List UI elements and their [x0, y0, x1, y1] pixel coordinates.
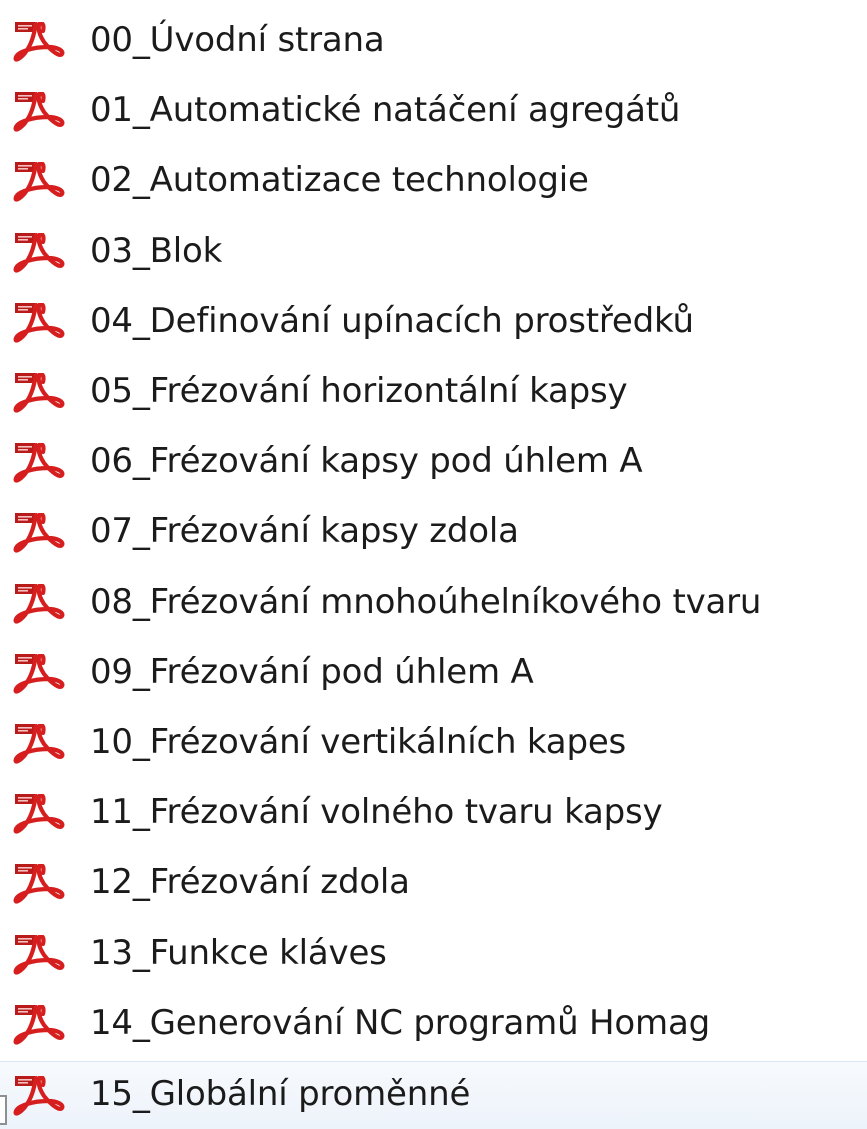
file-name-label: 13_Funkce kláves — [90, 932, 387, 973]
file-list-item[interactable]: 11_Frézování volného tvaru kapsy — [0, 780, 867, 848]
file-name-label: 02_Automatizace technologie — [90, 160, 589, 201]
file-name-label: 05_Frézování horizontální kapsy — [90, 371, 628, 411]
file-list-item[interactable]: 02_Automatizace technologie — [0, 148, 867, 216]
pdf-file-icon — [12, 724, 74, 766]
file-list-item[interactable]: 05_Frézování horizontální kapsy — [0, 359, 867, 427]
file-list: 00_Úvodní strana 01_Automatické natáčení … — [0, 0, 867, 1129]
file-list-item[interactable]: 13_Funkce kláves — [0, 921, 867, 989]
file-name-label: 14_Generování NC programů Homag — [90, 1002, 710, 1043]
file-name-label: 12_Frézování zdola — [90, 862, 410, 903]
pdf-file-icon — [12, 303, 74, 345]
pdf-file-icon — [12, 935, 74, 977]
pdf-file-icon — [12, 1076, 74, 1118]
file-list-item[interactable]: 08_Frézování mnohoúhelníkového tvaru — [0, 570, 867, 638]
pdf-file-icon — [12, 1005, 74, 1047]
file-list-item[interactable]: 00_Úvodní strana — [0, 8, 867, 76]
file-list-item[interactable]: 15_Globální proměnné — [0, 1061, 867, 1129]
pdf-file-icon — [12, 794, 74, 836]
file-name-label: 00_Úvodní strana — [90, 20, 385, 60]
file-list-item[interactable]: 04_Definování upínacích prostředků — [0, 289, 867, 357]
file-list-item[interactable]: 07_Frézování kapsy zdola — [0, 499, 867, 567]
item-checkbox[interactable] — [0, 1095, 7, 1125]
pdf-file-icon — [12, 373, 74, 415]
file-name-label: 01_Automatické natáčení agregátů — [90, 90, 681, 131]
pdf-file-icon — [12, 92, 74, 134]
file-list-item[interactable]: 03_Blok — [0, 219, 867, 287]
pdf-file-icon — [12, 443, 74, 485]
pdf-file-icon — [12, 513, 74, 555]
file-name-label: 08_Frézování mnohoúhelníkového tvaru — [90, 581, 762, 622]
file-list-item[interactable]: 09_Frézování pod úhlem A — [0, 640, 867, 708]
pdf-file-icon — [12, 864, 74, 906]
file-name-label: 03_Blok — [90, 230, 223, 271]
file-name-label: 07_Frézování kapsy zdola — [90, 511, 519, 552]
pdf-file-icon — [12, 162, 74, 204]
file-list-item[interactable]: 14_Generování NC programů Homag — [0, 991, 867, 1059]
file-list-item[interactable]: 01_Automatické natáčení agregátů — [0, 78, 867, 146]
pdf-file-icon — [12, 233, 74, 275]
file-name-label: 11_Frézování volného tvaru kapsy — [90, 792, 663, 833]
pdf-file-icon — [12, 22, 74, 64]
file-list-item[interactable]: 12_Frézování zdola — [0, 850, 867, 918]
file-name-label: 10_Frézování vertikálních kapes — [90, 722, 627, 762]
file-name-label: 09_Frézování pod úhlem A — [90, 651, 534, 692]
pdf-file-icon — [12, 584, 74, 626]
pdf-file-icon — [12, 654, 74, 696]
file-list-item[interactable]: 06_Frézování kapsy pod úhlem A — [0, 429, 867, 497]
file-name-label: 15_Globální proměnné — [90, 1074, 471, 1114]
file-name-label: 04_Definování upínacích prostředků — [90, 300, 694, 341]
file-list-item[interactable]: 10_Frézování vertikálních kapes — [0, 710, 867, 778]
file-name-label: 06_Frézování kapsy pod úhlem A — [90, 441, 643, 482]
